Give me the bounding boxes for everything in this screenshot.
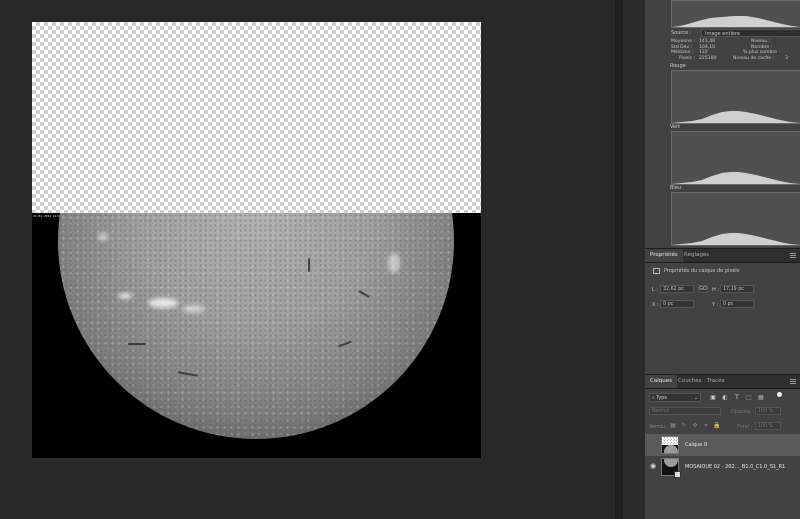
cache-label: Niveau de cache : [733,55,775,61]
pixels-value: 225180 [699,55,717,61]
plage [98,233,108,241]
panel-divider[interactable] [615,0,623,519]
panel-menu-icon[interactable] [790,379,796,384]
eye-icon[interactable]: ◉ [650,462,656,470]
source-select[interactable]: Image entière ⌄ [701,29,800,37]
sun-disc [58,213,454,439]
channel-label-red: Rouge [670,63,686,69]
filter-shape-icon[interactable]: ⬚ [745,394,753,402]
layer-row[interactable]: Calque 0 [645,434,800,456]
x-label: X : [652,302,659,308]
height-label: H : [712,287,720,293]
width-label: L : [652,287,659,293]
tab-properties[interactable]: Propriétés [645,249,683,262]
histogram-composite [671,0,800,28]
panel-icon-strip [623,0,646,519]
lock-pixels-icon[interactable]: ✎ [680,422,688,430]
sun-texture [58,213,454,439]
y-label: Y : [712,302,719,308]
pixels-label: Pixels : [679,55,696,61]
layer-row[interactable]: ◉ MOSAIQUE 02 - 202..._B1.0_C1.0_S1_R1 [645,456,800,478]
filter-toggle-icon[interactable] [777,392,782,397]
transparent-region [32,22,481,213]
histogram-blue [671,192,800,246]
right-panel-column: Source : Image entière ⌄ Moyenne :141,48… [623,0,800,519]
panel-menu-icon[interactable] [790,253,796,258]
height-input[interactable]: 17,19 pc [720,285,754,293]
histogram-source-row: Source : Image entière ⌄ [671,29,800,38]
plage [183,305,205,313]
lock-position-icon[interactable]: ✥ [691,422,699,430]
filament [128,343,146,345]
layer-filter-select[interactable]: ⌕ Type ⌄ [649,393,701,402]
layer-thumbnail [661,436,679,454]
histogram-composite-graph [672,16,800,27]
source-label: Source : [671,30,692,36]
tab-paths[interactable]: Tracés [702,375,729,388]
lock-artboard-icon[interactable]: ⌗ [702,422,710,430]
x-input[interactable]: 0 pc [660,300,694,308]
fill-input[interactable]: 100 % [755,422,781,430]
chevron-down-icon: ⌄ [693,396,698,401]
properties-tabbar: Propriétés Réglages [645,248,800,263]
document-image[interactable]: 22.04.2024 10:03 UTC [32,22,481,458]
y-input[interactable]: 0 pc [720,300,754,308]
filter-pixel-icon[interactable]: ▣ [709,394,717,402]
channel-label-blue: Bleu [670,185,682,191]
layer-name[interactable]: Calque 0 [685,442,707,448]
histogram-red [671,70,800,124]
search-icon: ⌕ [652,396,655,401]
histogram-stats: Moyenne :141,48 Niveau : Std Dev :104,10 N… [671,39,800,61]
tab-adjustments[interactable]: Réglages [679,249,714,262]
visibility-toggle[interactable] [653,442,659,448]
filter-smart-object-icon[interactable]: ▤ [757,394,765,402]
smart-object-icon [674,471,681,478]
fill-label: Fond : [737,424,753,430]
histogram-green [671,131,800,185]
opacity-label: Opacité : [731,409,754,415]
filter-adjustment-icon[interactable]: ◐ [721,394,729,402]
solar-photo: 22.04.2024 10:03 UTC [32,213,481,458]
histogram-blue-graph [672,233,800,245]
opacity-input[interactable]: 100 % [755,407,781,415]
panels-container: Source : Image entière ⌄ Moyenne :141,48… [645,0,800,519]
plage [118,293,132,299]
blend-mode-select[interactable]: Normal [649,407,721,415]
canvas-area[interactable]: 22.04.2024 10:03 UTC [0,0,615,519]
cache-value: 3 [785,55,788,61]
layers-tabbar: Calques Couches Tracés [645,374,800,389]
lock-all-icon[interactable]: 🔒 [713,422,721,430]
lock-transparency-icon[interactable]: ▦ [669,422,677,430]
histogram-red-graph [672,111,800,123]
source-value: Image entière [705,31,740,37]
histogram-green-graph [672,172,800,184]
filament [308,258,310,272]
width-input[interactable]: 32,62 pc [660,285,694,293]
plage [388,253,400,273]
filter-type-icon[interactable]: T [733,394,741,402]
lock-label: Verrou : [649,424,669,430]
plage [148,298,178,308]
pixel-layer-icon [653,268,660,274]
layer-name[interactable]: MOSAIQUE 02 - 202..._B1.0_C1.0_S1_R1 [685,464,785,470]
channel-label-green: Vert [670,124,681,130]
properties-title: Propriétés du calque de pixels [664,268,740,274]
layer-filter-value: Type [656,396,668,401]
link-dimensions-button[interactable]: GO [698,285,708,293]
